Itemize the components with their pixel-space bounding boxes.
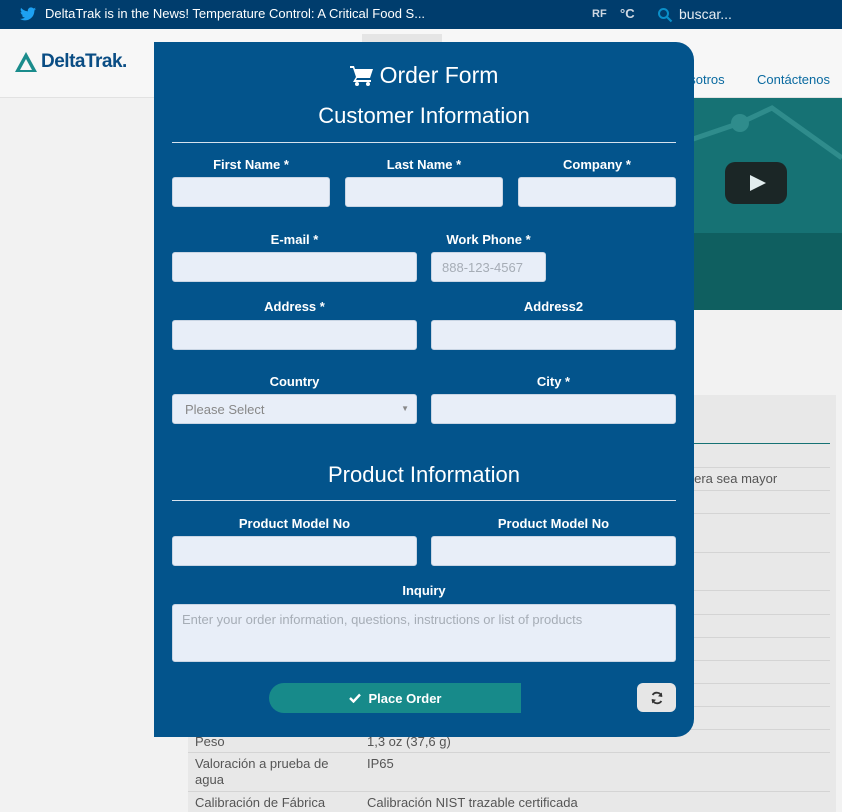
news-ticker-link[interactable]: DeltaTrak is in the News! Temperature Co… — [45, 6, 425, 21]
last-name-label: Last Name * — [386, 157, 462, 172]
delta-logo-icon — [15, 52, 37, 72]
product-model-2-label: Product Model No — [497, 516, 610, 531]
search-icon[interactable] — [657, 7, 673, 23]
work-phone-label: Work Phone * — [446, 232, 531, 247]
first-name-label: First Name * — [213, 157, 289, 172]
spec-partial-text: uiera sea mayor — [684, 471, 778, 486]
product-model-1-input[interactable] — [172, 536, 417, 566]
search-input[interactable]: buscar... — [679, 6, 732, 22]
address2-input[interactable] — [431, 320, 676, 350]
product-model-1-label: Product Model No — [238, 516, 351, 531]
product-info-divider — [172, 500, 676, 501]
nav-item-contactenos[interactable]: Contáctenos — [757, 72, 830, 87]
inquiry-textarea[interactable] — [172, 604, 676, 662]
reset-form-button[interactable] — [637, 683, 676, 712]
address-label: Address * — [264, 299, 325, 314]
product-model-2-input[interactable] — [431, 536, 676, 566]
top-bar: DeltaTrak is in the News! Temperature Co… — [0, 0, 842, 29]
country-select[interactable]: Please Select ▼ — [172, 394, 417, 424]
place-order-button[interactable]: Place Order — [269, 683, 521, 713]
play-button[interactable] — [725, 162, 787, 204]
celsius-toggle[interactable]: °C — [620, 6, 635, 21]
spec-label-water-2: agua — [195, 772, 224, 787]
place-order-label: Place Order — [368, 690, 442, 706]
address-input[interactable] — [172, 320, 417, 350]
brand-name: DeltaTrak. — [41, 51, 127, 72]
work-phone-input[interactable] — [431, 252, 546, 282]
deltatrak-logo[interactable]: DeltaTrak. — [14, 49, 127, 75]
spec-value-water: IP65 — [367, 756, 394, 771]
product-info-heading: Product Information — [328, 462, 520, 487]
modal-top-handle — [362, 34, 442, 42]
first-name-input[interactable] — [172, 177, 330, 207]
spec-label-water: Valoración a prueba de — [195, 756, 329, 771]
spec-value-calibration: Calibración NIST trazable certificada — [367, 795, 578, 810]
city-input[interactable] — [431, 394, 676, 424]
email-input[interactable] — [172, 252, 417, 282]
rf-toggle[interactable]: RF — [592, 8, 607, 20]
country-label: Country — [269, 374, 320, 389]
country-select-value: Please Select — [185, 402, 265, 417]
spec-label-calibration: Calibración de Fábrica — [195, 795, 326, 810]
twitter-icon[interactable] — [20, 7, 36, 21]
dropdown-arrow-icon: ▼ — [401, 404, 409, 413]
company-input[interactable] — [518, 177, 676, 207]
inquiry-label: Inquiry — [402, 583, 446, 598]
order-form-modal: Order Form Customer Information First Na… — [154, 34, 694, 737]
refresh-icon — [651, 691, 662, 704]
checkmark-icon — [348, 693, 361, 703]
last-name-input[interactable] — [345, 177, 503, 207]
email-label: E-mail * — [270, 232, 319, 247]
address2-label: Address2 — [523, 299, 584, 314]
customer-info-divider — [172, 142, 676, 143]
modal-title: Order Form — [154, 62, 694, 89]
modal-title-text: Order Form — [379, 62, 499, 88]
company-label: Company * — [563, 157, 631, 172]
city-label: City * — [536, 374, 571, 389]
shopping-cart-icon — [349, 66, 373, 86]
customer-info-heading: Customer Information — [318, 103, 530, 128]
